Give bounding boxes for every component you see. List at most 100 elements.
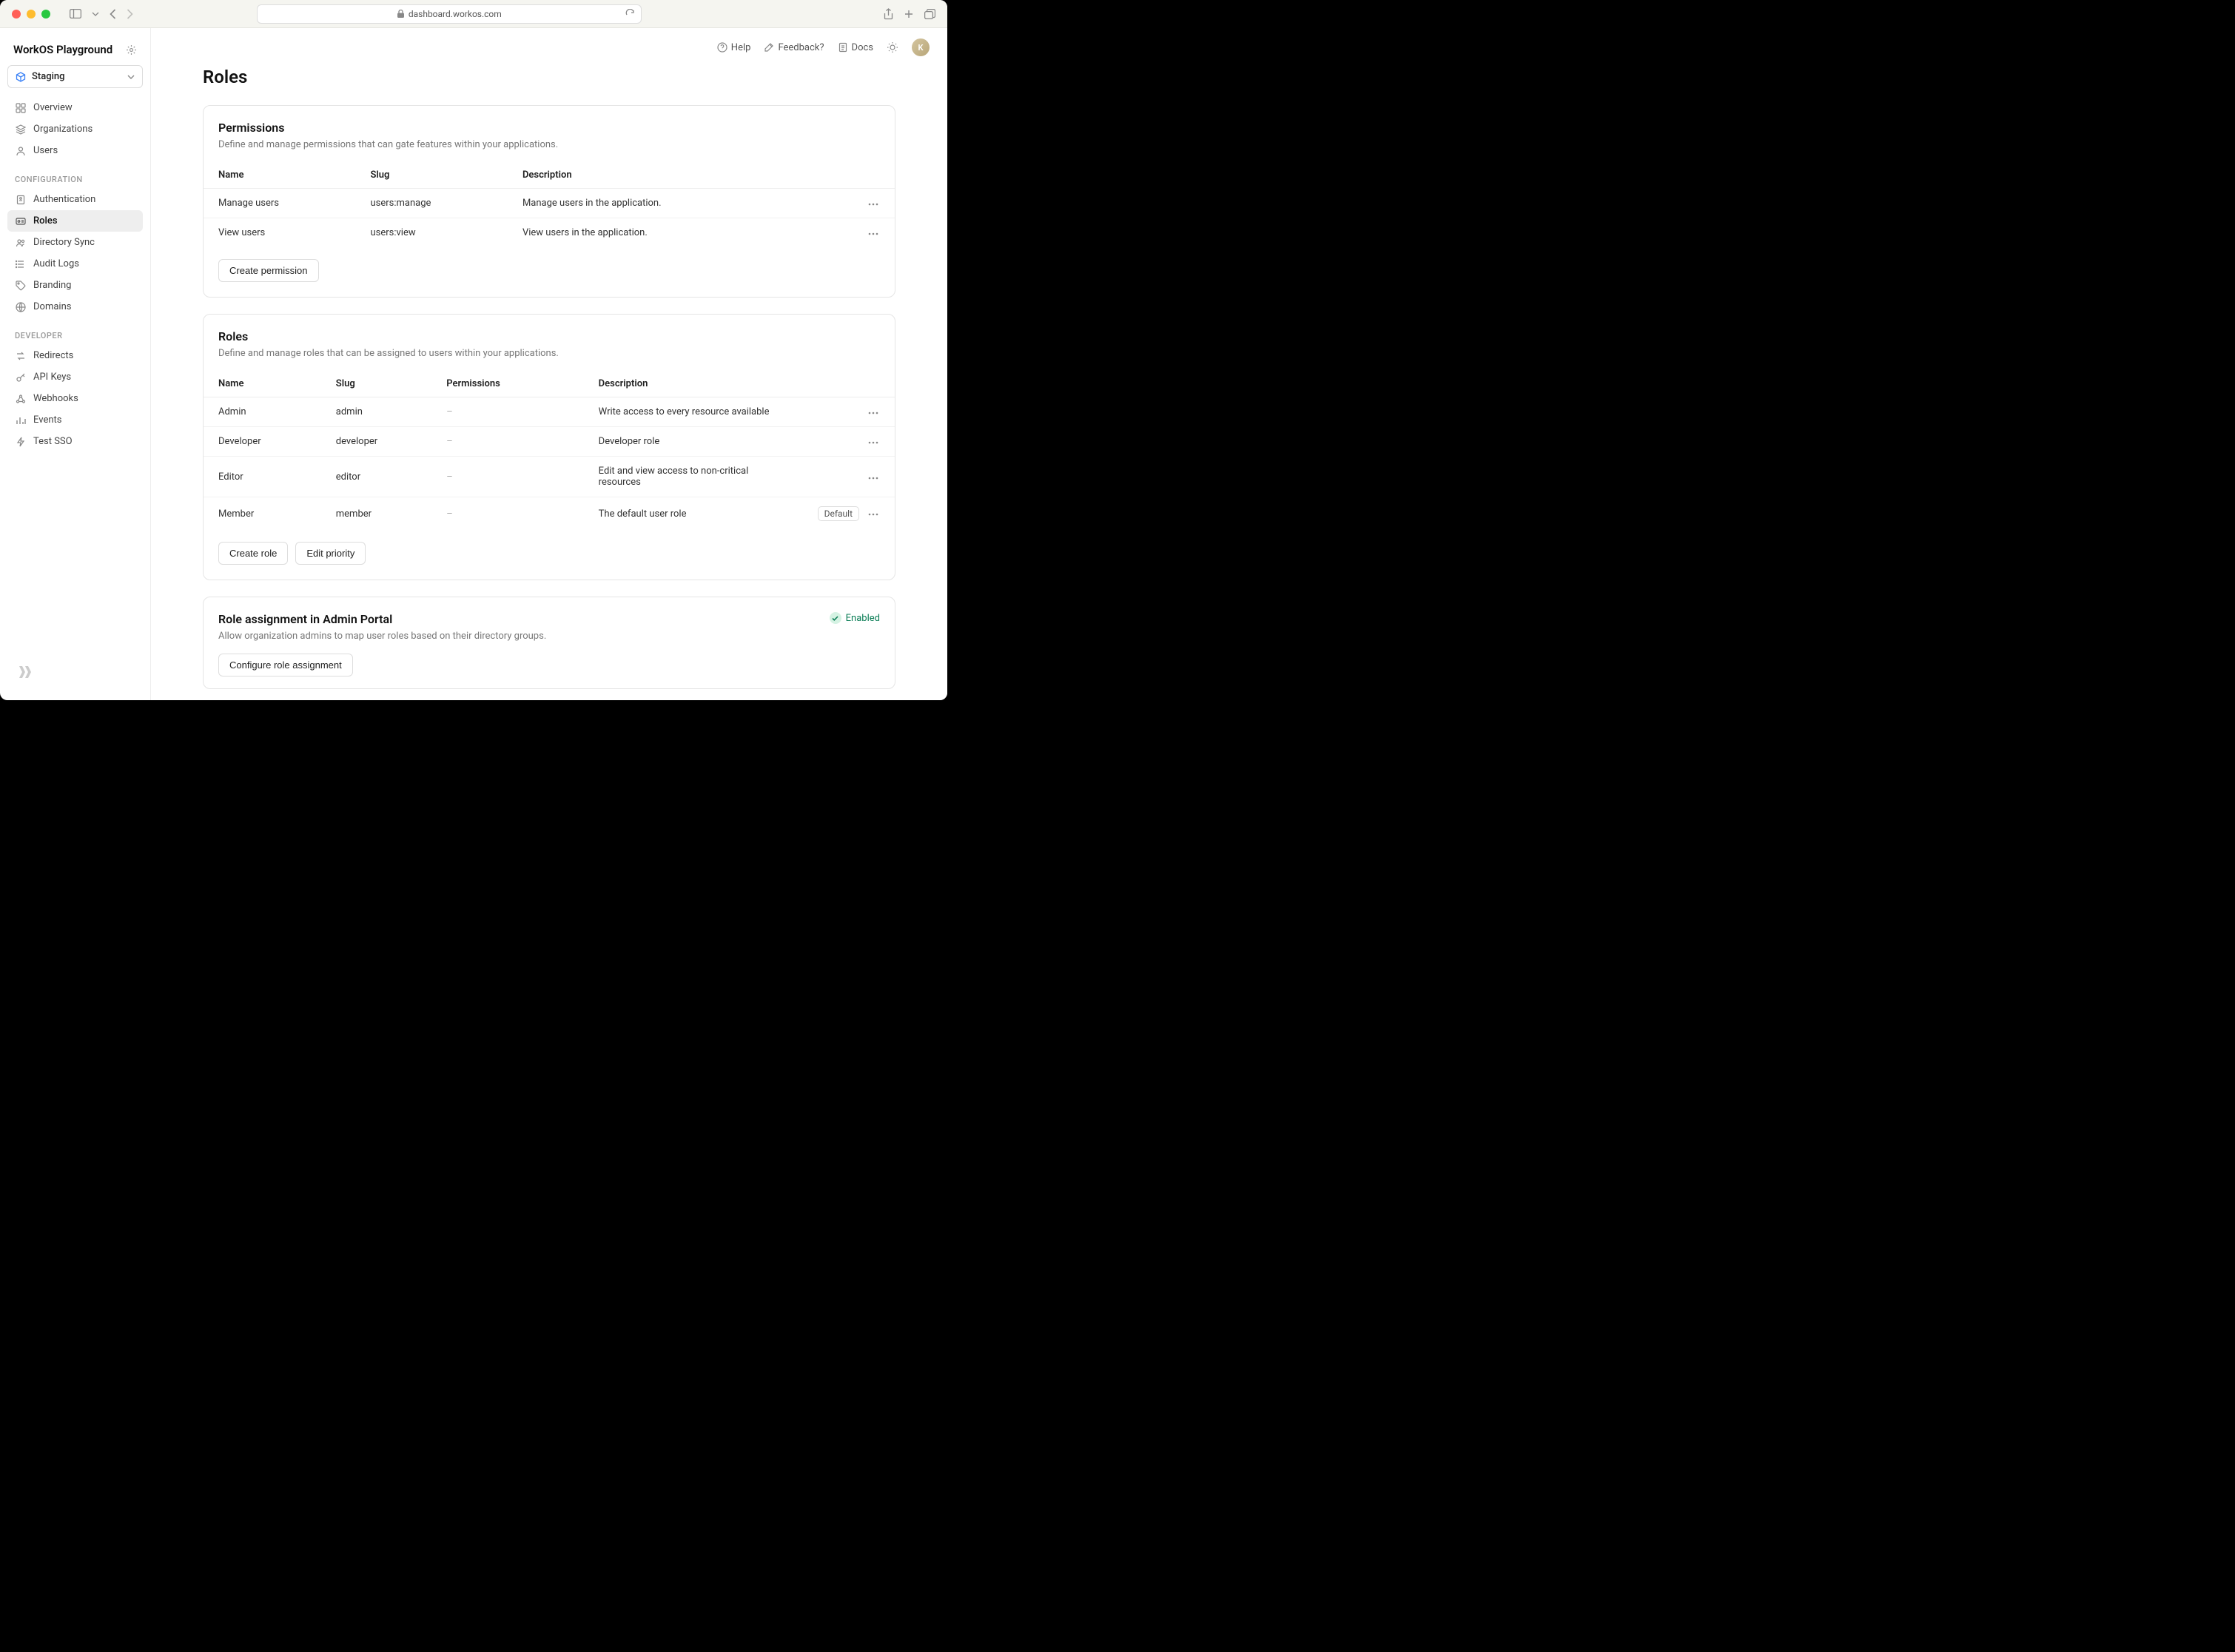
key-icon — [15, 372, 26, 383]
table-row: Manage usersusers:manageManage users in … — [204, 189, 895, 218]
more-icon[interactable] — [867, 511, 880, 517]
id-icon — [15, 215, 26, 226]
docs-link[interactable]: Docs — [838, 42, 873, 53]
cell-permissions: – — [431, 427, 583, 457]
theme-toggle-icon[interactable] — [887, 41, 898, 53]
lock-icon — [397, 10, 404, 18]
col-slug: Slug — [321, 371, 431, 397]
docs-label: Docs — [852, 42, 873, 53]
top-nav: Help Feedback? Docs K — [151, 28, 947, 67]
sidebar-item-overview[interactable]: Overview — [7, 97, 143, 118]
sidebar-item-label: Redirects — [33, 350, 73, 361]
roles-card: Roles Define and manage roles that can b… — [203, 314, 895, 580]
cell-description: Write access to every resource available — [584, 397, 803, 427]
more-icon[interactable] — [867, 201, 880, 207]
create-role-button[interactable]: Create role — [218, 542, 288, 565]
sidebar-item-audit-logs[interactable]: Audit Logs — [7, 253, 143, 275]
sidebar-item-users[interactable]: Users — [7, 140, 143, 161]
assignment-title: Role assignment in Admin Portal — [218, 612, 546, 626]
chevron-down-icon — [127, 75, 135, 79]
edit-priority-button[interactable]: Edit priority — [295, 542, 366, 565]
cell-slug: editor — [321, 457, 431, 497]
workos-logo-icon — [15, 662, 135, 682]
redirect-icon — [15, 350, 26, 361]
sidebar-item-label: Audit Logs — [33, 258, 79, 269]
sidebar-item-webhooks[interactable]: Webhooks — [7, 388, 143, 409]
help-label: Help — [731, 42, 751, 53]
more-icon[interactable] — [867, 475, 880, 481]
layers-icon — [15, 124, 26, 135]
webhook-icon — [15, 393, 26, 404]
share-icon[interactable] — [884, 8, 893, 20]
avatar[interactable]: K — [912, 38, 930, 56]
page-title: Roles — [203, 67, 895, 87]
bars-icon — [15, 414, 26, 426]
back-button[interactable] — [110, 9, 116, 19]
sidebar-item-label: Overview — [33, 102, 73, 113]
sidebar-item-label: Webhooks — [33, 393, 78, 404]
sidebar-toggle-icon[interactable] — [70, 9, 81, 19]
col-permissions: Permissions — [431, 371, 583, 397]
configure-role-assignment-button[interactable]: Configure role assignment — [218, 654, 353, 676]
docs-icon — [838, 42, 848, 53]
section-label-configuration: CONFIGURATION — [7, 161, 143, 189]
shield-icon — [15, 194, 26, 205]
more-icon[interactable] — [867, 410, 880, 416]
permissions-title: Permissions — [218, 121, 880, 135]
people-icon — [15, 237, 26, 248]
feedback-icon — [764, 42, 774, 53]
create-permission-button[interactable]: Create permission — [218, 259, 319, 282]
sidebar-item-label: Directory Sync — [33, 237, 95, 248]
cell-description: View users in the application. — [508, 218, 852, 248]
reload-icon[interactable] — [625, 9, 635, 19]
col-description: Description — [508, 162, 852, 189]
environment-selector[interactable]: Staging — [7, 65, 143, 88]
cell-slug: users:view — [355, 218, 507, 248]
user-icon — [15, 145, 26, 156]
sidebar-item-roles[interactable]: Roles — [7, 210, 143, 232]
help-link[interactable]: Help — [717, 42, 751, 53]
sidebar-item-api-keys[interactable]: API Keys — [7, 366, 143, 388]
cell-slug: admin — [321, 397, 431, 427]
sidebar-item-domains[interactable]: Domains — [7, 296, 143, 318]
sidebar-item-organizations[interactable]: Organizations — [7, 118, 143, 140]
sidebar-item-redirects[interactable]: Redirects — [7, 345, 143, 366]
globe-icon — [15, 301, 26, 312]
forward-button[interactable] — [127, 9, 133, 19]
more-icon[interactable] — [867, 231, 880, 237]
sidebar-item-label: Authentication — [33, 194, 95, 205]
url-bar[interactable]: dashboard.workos.com — [257, 4, 642, 24]
sidebar-item-test-sso[interactable]: Test SSO — [7, 431, 143, 452]
cell-name: View users — [204, 218, 355, 248]
cell-name: Editor — [204, 457, 321, 497]
cell-slug: developer — [321, 427, 431, 457]
col-slug: Slug — [355, 162, 507, 189]
tabs-icon[interactable] — [924, 8, 935, 20]
maximize-window-button[interactable] — [41, 10, 50, 19]
permissions-card: Permissions Define and manage permission… — [203, 105, 895, 298]
minimize-window-button[interactable] — [27, 10, 36, 19]
status-badge: Enabled — [830, 612, 880, 624]
sidebar-item-label: Roles — [33, 215, 58, 226]
table-row: View usersusers:viewView users in the ap… — [204, 218, 895, 248]
help-icon — [717, 42, 727, 53]
permissions-table: Name Slug Description Manage usersusers:… — [204, 162, 895, 247]
permissions-desc: Define and manage permissions that can g… — [218, 139, 880, 150]
col-description: Description — [584, 371, 803, 397]
chevron-down-icon[interactable] — [92, 12, 99, 16]
feedback-link[interactable]: Feedback? — [764, 42, 824, 53]
cell-name: Developer — [204, 427, 321, 457]
browser-toolbar: dashboard.workos.com — [0, 0, 947, 28]
cell-description: Edit and view access to non-critical res… — [584, 457, 803, 497]
cell-name: Manage users — [204, 189, 355, 218]
sidebar-item-directory-sync[interactable]: Directory Sync — [7, 232, 143, 253]
sidebar-item-branding[interactable]: Branding — [7, 275, 143, 296]
cell-permissions: – — [431, 457, 583, 497]
new-tab-icon[interactable] — [904, 8, 914, 20]
close-window-button[interactable] — [12, 10, 21, 19]
workspace-name: WorkOS Playground — [13, 43, 112, 56]
more-icon[interactable] — [867, 440, 880, 446]
sidebar-item-authentication[interactable]: Authentication — [7, 189, 143, 210]
gear-icon[interactable] — [126, 44, 137, 56]
sidebar-item-events[interactable]: Events — [7, 409, 143, 431]
